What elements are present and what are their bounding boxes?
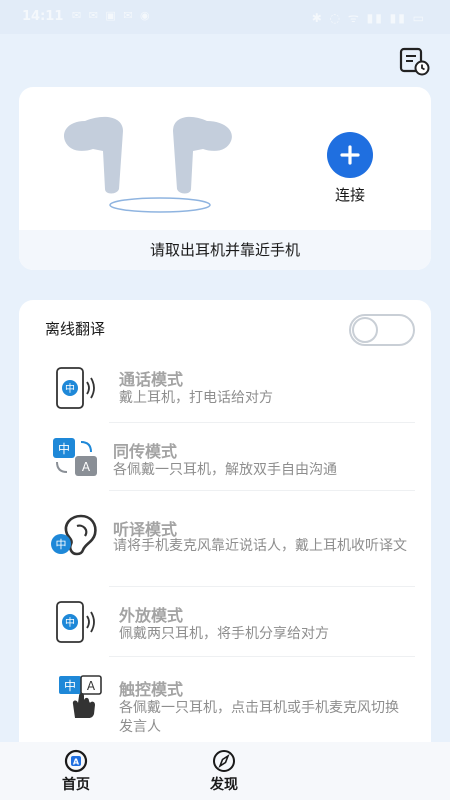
offline-translation-card: 离线翻译 中 通话模式 戴上耳机，打电话给对方 中 A 同传模式 各佩戴一只耳机… [19, 300, 431, 760]
device-hint: 请取出耳机并靠近手机 [19, 230, 431, 270]
svg-text:中: 中 [64, 678, 76, 693]
divider [109, 656, 415, 657]
bottom-navigation: A 首页 发现 [0, 742, 450, 800]
svg-text:A: A [73, 758, 80, 767]
phone-call-icon: 中 [56, 367, 95, 409]
mode-touch[interactable]: 中 A 触控模式 各佩戴一只耳机，点击耳机或手机麦克风切换发言人 [19, 666, 431, 746]
mode-call[interactable]: 中 通话模式 戴上耳机，打电话给对方 [19, 362, 431, 424]
ear-listen-icon: 中 [51, 514, 97, 556]
connect-button[interactable] [327, 132, 373, 178]
divider [109, 586, 415, 587]
nav-home[interactable]: A 首页 [46, 748, 106, 794]
mode-simultaneous-desc: 各佩戴一只耳机，解放双手自由沟通 [113, 462, 337, 478]
svg-text:中: 中 [65, 616, 75, 629]
offline-translation-title: 离线翻译 [45, 320, 106, 338]
status-time: 14:11 [22, 9, 64, 24]
mode-touch-title: 触控模式 [119, 680, 184, 699]
divider [109, 422, 415, 423]
mode-listen[interactable]: 中 听译模式 请将手机麦克风靠近说话人，戴上耳机收听译文 [19, 500, 431, 580]
svg-text:A: A [82, 460, 91, 474]
history-button[interactable] [398, 46, 432, 76]
svg-text:中: 中 [58, 441, 70, 456]
toggle-knob [352, 317, 378, 343]
mode-speaker-title: 外放模式 [119, 606, 184, 625]
simultaneous-translate-icon: 中 A [53, 438, 97, 476]
connect-label[interactable]: 连接 [319, 184, 381, 205]
svg-text:A: A [87, 679, 96, 693]
mode-speaker[interactable]: 中 外放模式 佩戴两只耳机，将手机分享给对方 [19, 596, 431, 658]
system-status-icons: ✱ ◌ ᯤ ▮▮ ▮▮ ▭ [311, 11, 426, 25]
mode-call-title: 通话模式 [119, 370, 184, 389]
notification-icons: ✉ ✉ ▣ ✉ ◉ [72, 9, 152, 22]
mode-listen-desc: 请将手机麦克风靠近说话人，戴上耳机收听译文 [113, 538, 407, 554]
svg-text:中: 中 [65, 382, 75, 395]
divider [109, 490, 415, 491]
home-translate-icon: A [64, 749, 88, 773]
mode-touch-desc: 各佩戴一只耳机，点击耳机或手机麦克风切换发言人 [119, 700, 399, 735]
phone-speaker-icon: 中 [56, 601, 95, 643]
compass-icon [213, 750, 235, 772]
mode-call-desc: 戴上耳机，打电话给对方 [119, 390, 273, 406]
nav-home-label: 首页 [62, 777, 90, 793]
touch-control-icon: 中 A [59, 675, 102, 718]
device-card: 连接 请取出耳机并靠近手机 [19, 87, 431, 270]
offline-translation-toggle[interactable] [349, 314, 415, 346]
status-bar: 14:11 ✉ ✉ ▣ ✉ ◉ ✱ ◌ ᯤ ▮▮ ▮▮ ▭ [0, 0, 450, 34]
mode-speaker-desc: 佩戴两只耳机，将手机分享给对方 [119, 626, 329, 642]
history-icon [399, 47, 430, 76]
svg-text:中: 中 [56, 538, 67, 551]
plus-icon [340, 145, 360, 165]
mode-simultaneous[interactable]: 中 A 同传模式 各佩戴一只耳机，解放双手自由沟通 [19, 430, 431, 492]
nav-discover[interactable]: 发现 [194, 748, 254, 794]
earbuds-illustration [63, 116, 232, 213]
mode-simultaneous-title: 同传模式 [113, 442, 178, 461]
nav-discover-label: 发现 [210, 777, 238, 793]
